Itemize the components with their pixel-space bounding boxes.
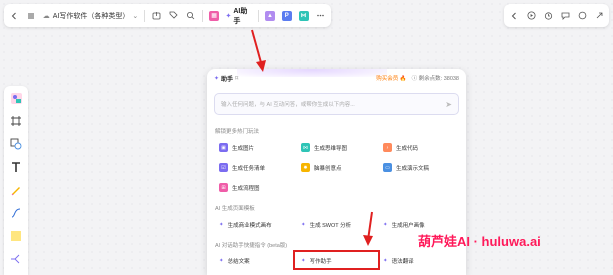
annotation-highlight-box: [293, 250, 380, 270]
annotation-arrow-head: [363, 235, 373, 246]
annotation-arrow-line: [251, 29, 263, 67]
watermark-text: 葫芦娃AI · huluwa.ai: [418, 234, 541, 249]
annotation-arrow-head: [256, 60, 266, 72]
